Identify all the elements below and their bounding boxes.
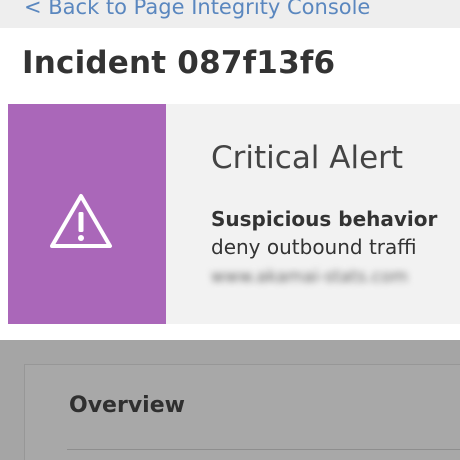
back-link[interactable]: < Back to Page Integrity Console (24, 0, 370, 19)
alert-domain: www.akamai-stats.com (211, 267, 408, 287)
back-bar: < Back to Page Integrity Console (0, 0, 460, 28)
overview-divider (67, 449, 460, 450)
alert-heading: Critical Alert (211, 140, 404, 176)
overview-panel: Overview (24, 364, 460, 460)
warning-triangle-icon (50, 194, 112, 248)
alert-action: deny outbound traffi (211, 235, 417, 259)
alert-description: Suspicious behavior (211, 207, 438, 231)
alert-card: Critical Alert Suspicious behavior deny … (8, 104, 460, 324)
page-title: Incident 087f13f6 (22, 45, 336, 81)
overview-title: Overview (69, 393, 185, 418)
alert-area: Critical Alert Suspicious behavior deny … (0, 104, 460, 340)
dimmed-overlay: Overview (0, 340, 460, 460)
alert-icon-panel (8, 104, 166, 324)
page-header: Incident 087f13f6 (0, 28, 460, 104)
incident-page: < Back to Page Integrity Console Inciden… (0, 0, 460, 460)
alert-body: Critical Alert Suspicious behavior deny … (166, 104, 460, 324)
